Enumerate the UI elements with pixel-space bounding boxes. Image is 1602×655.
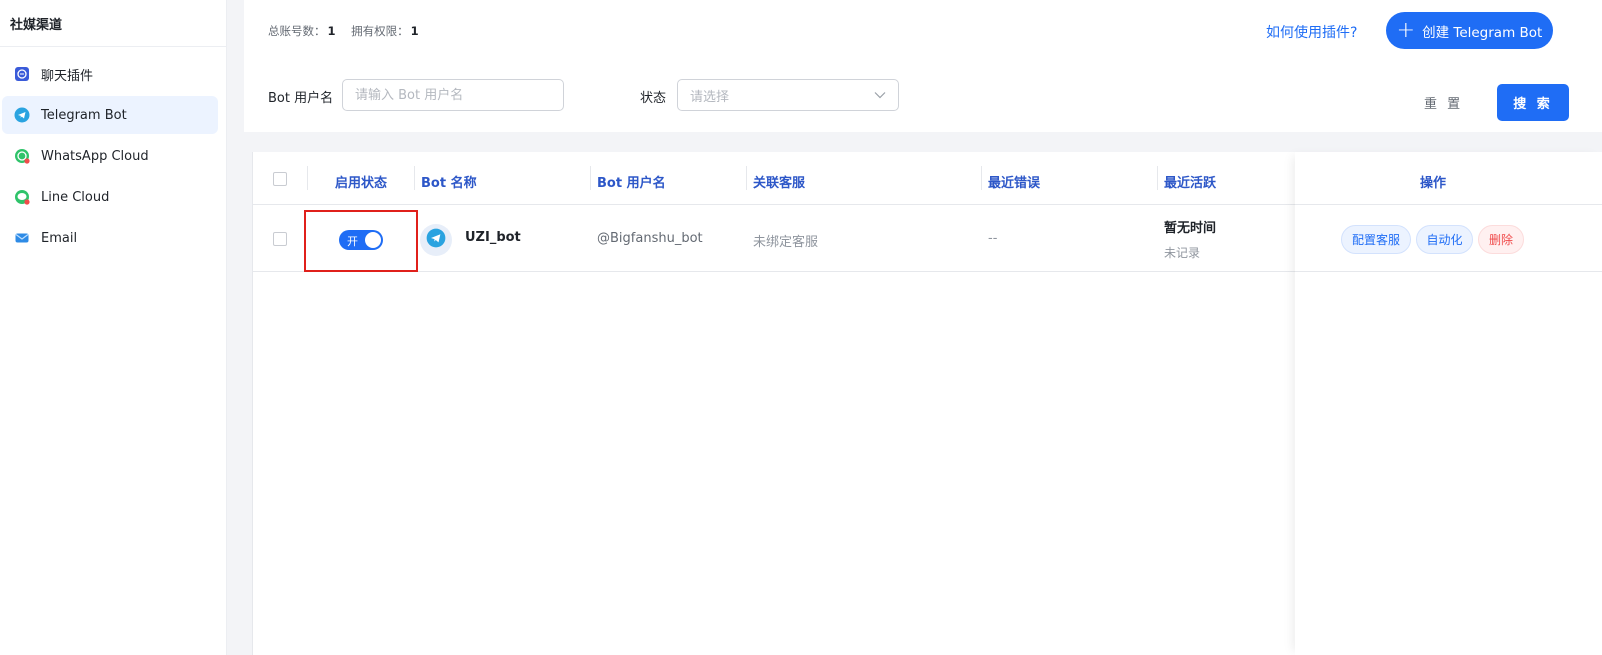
sidebar-nav: 聊天插件 Telegram Bot WhatsApp Cloud Line Cl…: [0, 47, 226, 257]
sidebar-item-email[interactable]: Email: [2, 219, 218, 257]
search-button[interactable]: 搜 索: [1497, 84, 1569, 121]
sidebar-item-label: Email: [41, 230, 78, 246]
bot-username-input[interactable]: [342, 79, 564, 111]
permission-label: 拥有权限：: [351, 24, 409, 38]
table-row: 开 UZI_bot @Bigfanshu_bot 未绑定客服 -- 暂无时间 未…: [253, 205, 1602, 272]
select-all-checkbox[interactable]: [273, 172, 287, 186]
column-divider: [590, 166, 591, 190]
status-filter-label: 状态: [640, 91, 667, 106]
plus-icon: +: [1396, 17, 1416, 43]
permission-value: 1: [410, 24, 419, 38]
sidebar-item-whatsapp-cloud[interactable]: WhatsApp Cloud: [2, 137, 218, 175]
bot-name: UZI_bot: [465, 230, 521, 245]
configure-agent-button[interactable]: 配置客服: [1341, 225, 1411, 254]
sidebar-item-label: WhatsApp Cloud: [41, 148, 149, 164]
reset-button[interactable]: 重 置: [1424, 93, 1463, 112]
delete-button[interactable]: 删除: [1478, 225, 1524, 254]
bot-table: 启用状态 Bot 名称 Bot 用户名 关联客服 最近错误 最近活跃 操作 开 …: [252, 152, 1602, 655]
create-button-label: 创建 Telegram Bot: [1422, 24, 1543, 41]
line-icon: [14, 189, 30, 205]
column-divider: [981, 166, 982, 190]
row-checkbox[interactable]: [273, 232, 287, 246]
total-accounts-value: 1: [327, 24, 336, 38]
column-divider: [746, 166, 747, 190]
column-divider: [307, 166, 308, 190]
column-header-bot-name: Bot 名称: [421, 176, 477, 191]
bot-username: @Bigfanshu_bot: [597, 231, 703, 246]
column-divider: [1157, 166, 1158, 190]
column-header-last-active: 最近活跃: [1164, 176, 1217, 191]
column-header-last-error: 最近错误: [988, 176, 1041, 191]
sidebar-title: 社媒渠道: [0, 0, 226, 47]
column-divider: [414, 166, 415, 190]
toggle-knob: [365, 232, 381, 248]
last-active-sub: 未记录: [1164, 246, 1201, 260]
status-select[interactable]: 请选择: [677, 79, 899, 111]
last-active-time: 暂无时间: [1164, 221, 1217, 236]
last-error: --: [988, 231, 998, 246]
create-telegram-bot-button[interactable]: + 创建 Telegram Bot: [1386, 12, 1553, 49]
bot-avatar: [420, 224, 452, 256]
sidebar-item-telegram-bot[interactable]: Telegram Bot: [2, 96, 218, 134]
help-link[interactable]: 如何使用插件?: [1266, 22, 1357, 42]
column-header-enabled: 启用状态: [335, 176, 388, 191]
enabled-toggle[interactable]: 开: [339, 230, 383, 250]
column-header-bot-username: Bot 用户名: [597, 176, 666, 191]
status-select-placeholder: 请选择: [690, 89, 730, 105]
email-icon: [14, 230, 30, 246]
bot-username-filter-label: Bot 用户名: [268, 91, 334, 106]
chevron-down-icon: [874, 88, 886, 103]
toggle-label: 开: [347, 235, 358, 248]
column-header-actions: 操作: [1420, 176, 1447, 191]
table-header: 启用状态 Bot 名称 Bot 用户名 关联客服 最近错误 最近活跃 操作: [253, 152, 1602, 205]
sidebar-item-label: Line Cloud: [41, 189, 110, 205]
linked-agent: 未绑定客服: [753, 235, 819, 250]
telegram-icon: [426, 228, 446, 252]
sidebar: 社媒渠道 聊天插件 Telegram Bot WhatsApp Cloud Li…: [0, 0, 227, 655]
sidebar-item-label: Telegram Bot: [41, 107, 127, 123]
column-header-linked-agent: 关联客服: [753, 176, 806, 191]
sidebar-item-label: 聊天插件: [41, 68, 94, 84]
account-stats: 总账号数： 1 拥有权限： 1: [268, 23, 419, 39]
sidebar-item-line-cloud[interactable]: Line Cloud: [2, 178, 218, 216]
total-accounts-label: 总账号数：: [268, 24, 326, 38]
automation-button[interactable]: 自动化: [1416, 225, 1473, 254]
chat-plugin-icon: [14, 66, 30, 82]
telegram-icon: [14, 107, 30, 123]
sidebar-item-chat-plugin[interactable]: 聊天插件: [2, 55, 218, 93]
whatsapp-icon: [14, 148, 30, 164]
filter-card: 总账号数： 1 拥有权限： 1 如何使用插件? + 创建 Telegram Bot …: [244, 0, 1602, 132]
